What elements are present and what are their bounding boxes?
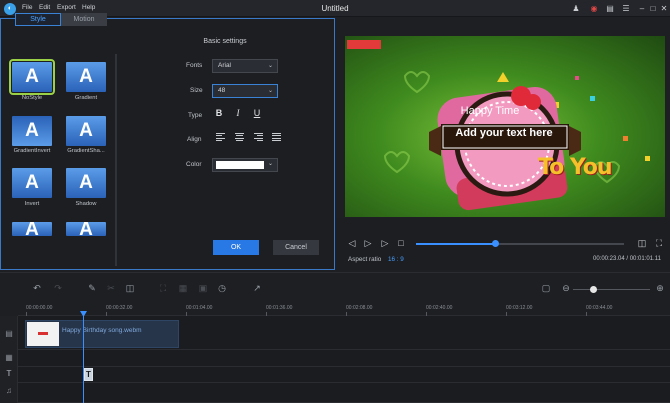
next-frame-icon[interactable]: ▷ bbox=[380, 238, 390, 249]
align-justify-icon[interactable] bbox=[272, 133, 281, 141]
ruler-tick-label: 00:02:08.00 bbox=[346, 305, 373, 311]
style-tile-gradientshadow[interactable]: A bbox=[66, 116, 106, 146]
chevron-down-icon: ⌄ bbox=[267, 63, 273, 69]
style-tile-gradient[interactable]: A bbox=[66, 62, 106, 92]
color-picker[interactable]: ⌄ bbox=[212, 158, 278, 172]
edit-pencil-icon[interactable]: ✎ bbox=[86, 283, 98, 294]
align-left-icon[interactable] bbox=[216, 133, 225, 141]
audio-track-icon: ♫ bbox=[6, 386, 12, 395]
close-icon[interactable]: ✕ bbox=[658, 3, 670, 14]
mosaic-icon[interactable]: ▦ bbox=[177, 283, 189, 294]
bold-button[interactable]: B bbox=[213, 108, 225, 118]
seek-bar-progress bbox=[416, 243, 496, 245]
ruler-tick-label: 00:02:40.00 bbox=[426, 305, 453, 311]
settings-title: Basic settings bbox=[203, 38, 247, 45]
zoom-out-icon[interactable]: ⊖ bbox=[560, 283, 572, 294]
freeze-icon[interactable]: ▣ bbox=[197, 283, 209, 294]
underline-button[interactable]: U bbox=[251, 108, 263, 118]
stop-icon[interactable]: □ bbox=[396, 238, 406, 248]
style-tile-shadow[interactable]: A bbox=[66, 168, 106, 198]
zoom-slider-handle[interactable] bbox=[590, 286, 597, 293]
duration-icon[interactable]: ◷ bbox=[216, 283, 228, 294]
aspect-ratio-value[interactable]: 16 : 9 bbox=[388, 256, 404, 263]
crop-icon[interactable]: ⛶ bbox=[157, 283, 169, 294]
italic-button[interactable]: I bbox=[232, 108, 244, 118]
delete-icon[interactable]: ◫ bbox=[124, 283, 136, 294]
audio-track[interactable] bbox=[18, 383, 670, 403]
tab-style[interactable]: Style bbox=[15, 13, 61, 26]
size-label: Size bbox=[190, 87, 203, 94]
style-tile-label: GradientInvert bbox=[13, 148, 51, 154]
add-text-caption[interactable]: Add your text here bbox=[443, 127, 565, 139]
gift-icon[interactable]: ▤ bbox=[604, 3, 616, 14]
chevron-down-icon: ⌄ bbox=[267, 88, 273, 94]
aspect-ratio-label: Aspect ratio bbox=[348, 256, 382, 263]
color-label: Color bbox=[186, 161, 202, 168]
timecode: 00:00:23.04 / 00:01:01.11 bbox=[593, 256, 661, 262]
font-value: Arial bbox=[218, 62, 232, 69]
zoom-slider[interactable] bbox=[573, 289, 650, 290]
list-icon[interactable]: ☰ bbox=[620, 3, 632, 14]
size-value: 48 bbox=[218, 87, 226, 94]
style-tile-nostyle[interactable]: A bbox=[9, 59, 55, 95]
ruler-tick-label: 00:03:44.00 bbox=[586, 305, 613, 311]
style-tile-gradientinvert[interactable]: A bbox=[12, 116, 52, 146]
align-label: Align bbox=[187, 136, 202, 143]
style-tile-label: Invert bbox=[24, 201, 40, 207]
ruler-tick-label: 00:01:36.00 bbox=[266, 305, 293, 311]
record-icon[interactable]: ◉ bbox=[588, 3, 600, 14]
align-right-icon[interactable] bbox=[254, 133, 263, 141]
style-list-scrollbar[interactable] bbox=[115, 54, 117, 266]
clip-thumbnail bbox=[27, 322, 59, 346]
style-tile-label: NoStyle bbox=[21, 95, 43, 101]
style-tile-invert[interactable]: A bbox=[12, 168, 52, 198]
redo-icon[interactable]: ↷ bbox=[52, 283, 64, 294]
text-track[interactable] bbox=[18, 367, 670, 383]
play-icon[interactable]: ▷ bbox=[363, 238, 373, 249]
snapshot-icon[interactable]: ◫ bbox=[637, 238, 647, 249]
text-clip[interactable]: T bbox=[84, 368, 93, 381]
style-tile-label: Shadow bbox=[75, 201, 97, 207]
happy-time-text: Happy Time bbox=[460, 105, 520, 117]
font-select[interactable]: Arial ⌄ bbox=[212, 59, 278, 73]
style-tile-8[interactable]: A bbox=[66, 222, 106, 236]
to-you-text: To You bbox=[538, 155, 613, 180]
style-tile-label: GradientSha... bbox=[67, 148, 105, 154]
previous-frame-icon[interactable]: ◁ bbox=[347, 238, 357, 249]
tab-motion[interactable]: Motion bbox=[61, 13, 107, 26]
fit-timeline-icon[interactable]: ▢ bbox=[540, 283, 552, 294]
overlay-track-icon: ▦ bbox=[5, 353, 13, 362]
size-select[interactable]: 48 ⌄ bbox=[212, 84, 278, 98]
zoom-in-icon[interactable]: ⊕ bbox=[654, 283, 666, 294]
cut-icon[interactable]: ✂ bbox=[105, 283, 117, 294]
fonts-label: Fonts bbox=[186, 62, 203, 69]
text-track-icon: T bbox=[6, 369, 12, 378]
fullscreen-icon[interactable]: ⛶ bbox=[654, 238, 664, 249]
ruler-tick-label: 00:01:04.00 bbox=[186, 305, 213, 311]
ruler-tick-label: 00:00:32.00 bbox=[106, 305, 133, 311]
ruler-tick-label: 00:00:00.00 bbox=[26, 305, 53, 311]
playhead[interactable] bbox=[83, 316, 84, 403]
undo-icon[interactable]: ↶ bbox=[31, 283, 43, 294]
align-center-icon[interactable] bbox=[235, 133, 244, 141]
ruler-tick-label: 00:03:12.00 bbox=[506, 305, 533, 311]
ok-button[interactable]: OK bbox=[213, 240, 259, 255]
color-swatch bbox=[216, 161, 264, 169]
style-tile-7[interactable]: A bbox=[12, 222, 52, 236]
style-tile-label: Gradient bbox=[74, 95, 98, 101]
seek-handle[interactable] bbox=[492, 240, 499, 247]
video-track-icon: ▤ bbox=[5, 329, 13, 338]
user-icon[interactable]: ♟ bbox=[570, 3, 582, 14]
overlay-track[interactable] bbox=[18, 350, 670, 367]
cancel-button[interactable]: Cancel bbox=[273, 240, 319, 255]
clip-name: Happy Birthday song.webm bbox=[62, 327, 142, 334]
chevron-down-icon: ⌄ bbox=[267, 161, 273, 167]
export-icon[interactable]: ↗ bbox=[251, 283, 263, 294]
type-label: Type bbox=[188, 112, 203, 119]
